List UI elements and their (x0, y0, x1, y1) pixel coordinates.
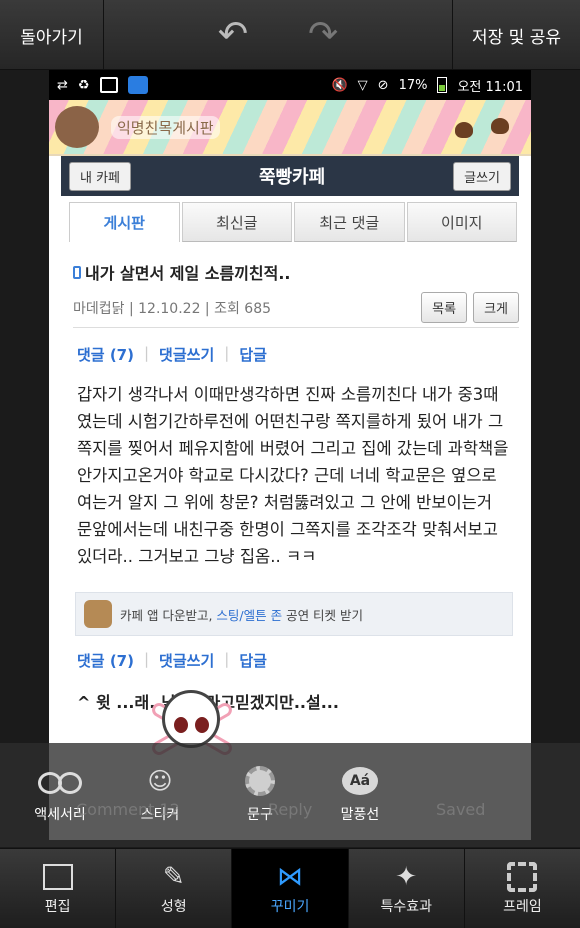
comments-link[interactable]: 댓글 (7) (77, 650, 134, 671)
divider: | (143, 344, 150, 362)
app-icon (127, 76, 148, 94)
top-bar: 돌아가기 ↶ ↷ 저장 및 공유 (0, 0, 580, 70)
badge-icon (245, 766, 275, 796)
frame-icon (507, 861, 538, 892)
back-label: 돌아가기 (20, 27, 83, 48)
banner-name: 익명친목게시판 (111, 116, 220, 139)
post-title-text: 내가 살면서 제일 소름끼친적.. (85, 264, 291, 283)
tool-effects[interactable]: ✦ 특수효과 (349, 849, 465, 928)
back-button[interactable]: 돌아가기 (0, 0, 104, 70)
tab-board[interactable]: 게시판 (69, 202, 180, 242)
mobile-icon (73, 265, 81, 279)
post-title: 내가 살면서 제일 소름끼친적.. (73, 260, 531, 284)
wifi-icon: ▽ (357, 77, 368, 93)
glasses-icon (38, 772, 82, 794)
status-bar: ⇄ ♻ 🔇 ▽ ⊘ 17% 오전 11:01 (49, 70, 531, 100)
tool-decorate[interactable]: ⋈ 꾸미기 (232, 849, 349, 928)
post-meta-row: 마데컵닭 | 12.10.22 | 조회 685 목록 크게 (73, 292, 519, 328)
coffee-cup-icon (84, 600, 112, 628)
tool-edit-label: 편집 (44, 898, 71, 915)
bear-icon (55, 106, 99, 148)
ad-text-link[interactable]: 스팅/엘튼 존 (216, 608, 282, 623)
divider: | (224, 650, 230, 668)
comment-links: 댓글 (7) | 댓글쓰기 | 답글 (77, 344, 531, 365)
save-share-button[interactable]: 저장 및 공유 (452, 0, 580, 70)
ghost-reply: Reply (268, 800, 313, 819)
reply-link[interactable]: 답글 (239, 344, 267, 365)
tray-stickers[interactable]: ☺ 스티커 (110, 743, 210, 847)
post-body: 갑자기 생각나서 이때만생각하면 진짜 소름끼친다 내가 중3때였는데 시험기간… (77, 385, 509, 566)
tab-recent-comments[interactable]: 최근 댓글 (294, 202, 405, 242)
tray-speech-bubble-label: 말풍선 (340, 807, 380, 823)
undo-icon[interactable]: ↶ (218, 17, 248, 53)
bottom-toolbar: 편집 ✎ 성형 ⋈ 꾸미기 ✦ 특수효과 프레임 (0, 848, 580, 928)
tool-edit[interactable]: 편집 (0, 849, 117, 928)
tool-frame[interactable]: 프레임 (465, 849, 580, 928)
tool-frame-label: 프레임 (503, 898, 542, 915)
write-comment-link[interactable]: 댓글쓰기 (159, 650, 214, 671)
list-button[interactable]: 목록 (421, 292, 468, 323)
cafe-header: 내 카페 쭉빵카페 글쓰기 (61, 156, 519, 196)
post-meta: 마데컵닭 | 12.10.22 | 조회 685 (73, 300, 272, 317)
enlarge-button[interactable]: 크게 (473, 292, 519, 323)
tool-reshape[interactable]: ✎ 성형 (116, 849, 233, 928)
skull-icon (162, 690, 220, 748)
stars-icon: ✦ (395, 861, 418, 892)
cafe-banner: 익명친목게시판 (49, 100, 531, 156)
tab-images[interactable]: 이미지 (406, 202, 517, 242)
image-icon (99, 77, 118, 93)
speech-bubble-icon: Aá (342, 767, 378, 795)
divider: | (224, 344, 230, 362)
mute-icon: 🔇 (331, 77, 348, 93)
clock: 오전 11:01 (457, 79, 523, 95)
divider: | (143, 650, 150, 668)
ghost-saved: Saved (436, 800, 486, 819)
edited-image[interactable]: ⇄ ♻ 🔇 ▽ ⊘ 17% 오전 11:01 익명친목게시판 내 카페 쭉빵카페… (49, 70, 531, 840)
skull-eye (195, 717, 209, 733)
tray-accessories[interactable]: 액세서리 (10, 743, 110, 847)
recycle-icon: ♻ (77, 77, 90, 93)
sticker-icon: ☺ (147, 767, 173, 795)
decoration-tray: 액세서리 ☺ 스티커 문구 Aá 말풍선 (0, 743, 580, 847)
write-comment-link[interactable]: 댓글쓰기 (159, 344, 214, 365)
comment-links-bottom: 댓글 (7) | 댓글쓰기 | 답글 (77, 650, 531, 671)
history-controls: ↶ ↷ (104, 0, 452, 70)
bow-icon: ⋈ (277, 861, 303, 892)
ad-text-suffix: 공연 티켓 받기 (282, 607, 364, 623)
cafe-title: 쭉빵카페 (258, 167, 326, 188)
chocolate-icon (491, 118, 509, 134)
ghost-comment: Comment 12 (76, 800, 180, 819)
tool-effects-label: 특수효과 (380, 898, 432, 915)
reply-link[interactable]: 답글 (239, 650, 267, 671)
ad-text-prefix: 카페 앱 다운받고, (120, 607, 217, 623)
ad-text: 카페 앱 다운받고, 스팅/엘튼 존 공연 티켓 받기 (120, 605, 363, 624)
skull-eye (174, 717, 188, 733)
my-cafe-button[interactable]: 내 카페 (69, 161, 132, 191)
battery-percent: 17% (398, 77, 428, 93)
tool-decorate-label: 꾸미기 (270, 898, 310, 915)
chocolate-icon (455, 122, 473, 138)
battery-icon (437, 77, 448, 93)
save-share-label: 저장 및 공유 (471, 27, 561, 48)
tray-speech-bubble[interactable]: Aá 말풍선 (310, 743, 410, 847)
eraser-icon: ✎ (162, 861, 185, 892)
sync-icon: ⇄ (57, 77, 68, 93)
write-button[interactable]: 글쓰기 (453, 161, 511, 191)
comments-link[interactable]: 댓글 (7) (77, 344, 134, 365)
tab-latest[interactable]: 최신글 (181, 202, 292, 242)
tab-bar: 게시판 최신글 최근 댓글 이미지 (69, 202, 519, 242)
app-ad-banner[interactable]: 카페 앱 다운받고, 스팅/엘튼 존 공연 티켓 받기 (75, 592, 513, 636)
no-icon: ⊘ (377, 77, 389, 93)
edit-icon (42, 863, 73, 890)
redo-icon[interactable]: ↷ (308, 17, 338, 53)
tool-reshape-label: 성형 (160, 898, 187, 915)
tray-phrases[interactable]: 문구 (210, 743, 310, 847)
